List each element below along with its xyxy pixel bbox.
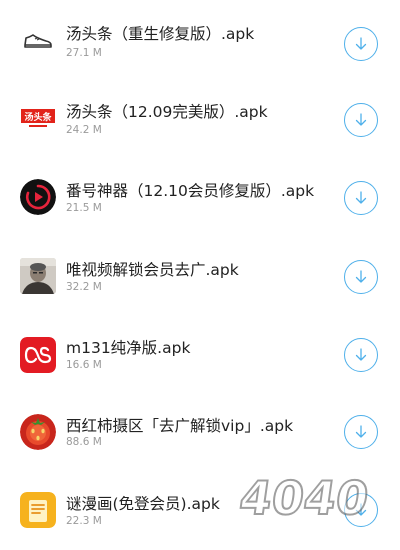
download-arrow-icon	[355, 270, 367, 283]
app-name: 谜漫画(免登会员).apk	[66, 495, 220, 513]
app-name: 汤头条（重生修复版）.apk	[66, 25, 255, 43]
download-arrow-icon	[355, 37, 367, 50]
list-item[interactable]: 汤头条（重生修复版）.apk 27.1 M	[0, 0, 400, 78]
app-size: 22.3 M	[66, 515, 102, 527]
app-size: 88.6 M	[66, 436, 102, 448]
download-arrow-icon	[355, 425, 367, 438]
download-button[interactable]	[344, 27, 378, 61]
icon-logo-text: 汤头条	[24, 111, 52, 123]
download-arrow-icon	[355, 348, 367, 361]
tangtoutiao-logo-icon: 汤头条	[20, 100, 56, 136]
download-button[interactable]	[344, 103, 378, 137]
download-button[interactable]	[344, 338, 378, 372]
list-item[interactable]: 番号神器（12.10会员修复版）.apk 21.5 M	[0, 157, 400, 235]
download-arrow-icon	[355, 113, 367, 126]
app-size: 32.2 M	[66, 281, 102, 293]
sneaker-icon	[20, 22, 56, 58]
download-button[interactable]	[344, 260, 378, 294]
app-name: 唯视频解锁会员去广.apk	[66, 261, 239, 279]
lastfm-logo-icon	[20, 337, 56, 373]
list-item[interactable]: 唯视频解锁会员去广.apk 32.2 M	[0, 236, 400, 314]
app-name: 番号神器（12.10会员修复版）.apk	[66, 182, 315, 200]
list-item[interactable]: 西红柿摄区「去广解锁vip」.apk 88.6 M	[0, 393, 400, 471]
list-item[interactable]: 谜漫画(免登会员).apk 22.3 M	[0, 472, 400, 550]
play-circle-icon	[20, 179, 56, 215]
download-arrow-icon	[355, 191, 367, 204]
list-item[interactable]: 汤头条 汤头条（12.09完美版）.apk 24.2 M	[0, 78, 400, 156]
app-name: 汤头条（12.09完美版）.apk	[66, 103, 268, 121]
app-size: 24.2 M	[66, 124, 102, 136]
app-size: 21.5 M	[66, 202, 102, 214]
app-size: 16.6 M	[66, 359, 102, 371]
tomato-icon	[20, 414, 56, 450]
download-button[interactable]	[344, 415, 378, 449]
comic-book-icon	[20, 492, 56, 528]
download-arrow-icon	[355, 503, 367, 516]
list-item[interactable]: m131纯净版.apk 16.6 M	[0, 315, 400, 393]
download-button[interactable]	[344, 181, 378, 215]
app-name: m131纯净版.apk	[66, 339, 191, 357]
app-size: 27.1 M	[66, 47, 102, 59]
avatar-photo-icon	[20, 258, 56, 294]
app-name: 西红柿摄区「去广解锁vip」.apk	[66, 417, 294, 435]
